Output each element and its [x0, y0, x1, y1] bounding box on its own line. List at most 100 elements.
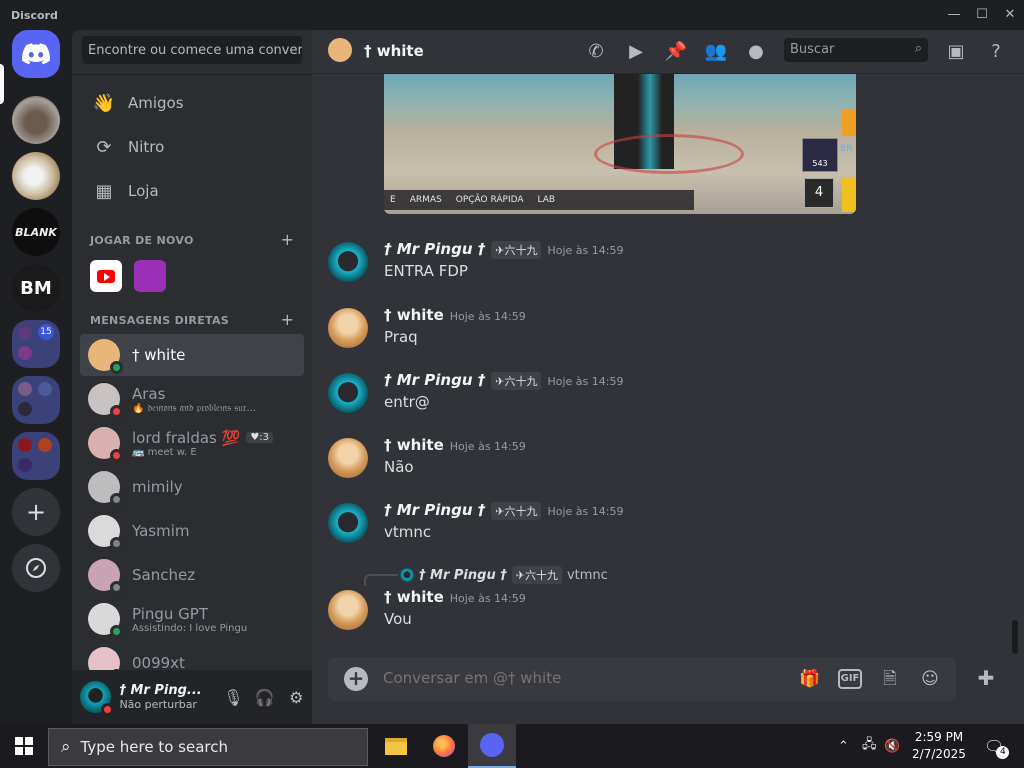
firefox-icon — [433, 735, 455, 757]
mic-button[interactable]: 🎙 — [218, 681, 249, 713]
message-input[interactable] — [383, 669, 763, 687]
reply-preview[interactable]: † Mr Pingu † ✈六十九 vtmnc — [400, 566, 608, 584]
video-button[interactable]: ▶ — [624, 40, 648, 64]
add-friends-button[interactable]: 👥 — [704, 40, 728, 64]
chat-message[interactable]: † Mr Pingu † ✈六十九 Hoje às 14:59 entr@ — [328, 371, 1008, 421]
message-content: vtmnc — [384, 523, 432, 541]
server-folder-1[interactable]: 15 — [12, 320, 60, 368]
server-bm[interactable]: BM — [12, 264, 60, 312]
inbox-button[interactable]: ▣ — [944, 40, 968, 64]
inbox-icon: ▣ — [947, 41, 965, 62]
chevron-up-icon: ⌃ — [838, 738, 849, 754]
clan-tag[interactable]: ✈六十九 — [491, 372, 542, 390]
apps-button[interactable]: ✚ — [970, 662, 1002, 694]
settings-button[interactable]: ⚙ — [281, 681, 312, 713]
nav-nitro[interactable]: ⟳ Nitro — [80, 126, 304, 168]
reply-avatar — [400, 568, 414, 582]
message-author[interactable]: † Mr Pingu † — [384, 240, 485, 258]
taskbar-search[interactable]: ⌕ Type here to search — [48, 728, 368, 766]
start-button[interactable] — [0, 724, 48, 768]
chat-message[interactable]: † white Hoje às 14:59 Não — [328, 436, 1008, 486]
tray-volume[interactable]: 🔇 — [884, 724, 900, 768]
clan-tag[interactable]: ✈六十九 — [491, 502, 542, 520]
message-avatar[interactable] — [328, 503, 368, 543]
message-avatar[interactable] — [328, 308, 368, 348]
dm-avatar — [88, 515, 123, 550]
server-blank[interactable]: BLANK — [12, 208, 60, 256]
message-timestamp: Hoje às 14:59 — [449, 592, 526, 605]
message-author[interactable]: † white — [384, 588, 444, 606]
maximize-button[interactable]: ☐ — [972, 6, 992, 24]
gif-button[interactable]: GIF — [838, 669, 862, 689]
dm-avatar — [88, 427, 123, 462]
dm-item[interactable]: † white — [80, 334, 304, 376]
nav-shop[interactable]: ▦ Loja — [80, 170, 304, 212]
chat-message[interactable]: † Mr Pingu † ✈六十九 vtmnc † white Hoje às 14:5… — [328, 566, 1008, 636]
taskbar-file-explorer[interactable] — [372, 724, 420, 768]
pins-button[interactable]: 📌 — [664, 40, 688, 64]
message-author[interactable]: † Mr Pingu † — [384, 371, 485, 389]
dm-item[interactable]: lord fraldas 💯 ♥:3 🚌 meet w. E — [80, 422, 304, 464]
dm-item[interactable]: Yasmim — [80, 510, 304, 552]
help-button[interactable]: ? — [984, 40, 1008, 64]
dm-name: † white — [132, 346, 186, 364]
new-dm-icon[interactable]: + — [281, 310, 294, 329]
minimize-button[interactable]: — — [944, 6, 964, 24]
tray-network[interactable]: 🖧 — [862, 724, 877, 768]
message-author[interactable]: † white — [384, 306, 444, 324]
call-button[interactable]: ✆ — [584, 40, 608, 64]
taskbar-discord[interactable] — [468, 724, 516, 768]
reply-author: † Mr Pingu † — [419, 567, 507, 583]
chat-message[interactable]: † white Hoje às 14:59 Praq — [328, 306, 1008, 356]
game-menu-bar: E ARMAS OPÇÃO RÁPIDA LAB — [384, 190, 694, 210]
dm-item[interactable]: Pingu GPT Assistindo: I love Pingu — [80, 598, 304, 640]
notification-center[interactable]: 🗨 4 — [984, 724, 1017, 768]
upload-button[interactable]: + — [344, 667, 368, 691]
message-avatar[interactable] — [328, 242, 368, 282]
profile-button[interactable]: ● — [744, 40, 768, 64]
message-avatar[interactable] — [328, 373, 368, 413]
server-folder-2[interactable] — [12, 376, 60, 424]
message-author[interactable]: † Mr Pingu † — [384, 501, 485, 519]
close-button[interactable]: ✕ — [1000, 6, 1020, 24]
game-app[interactable] — [134, 260, 166, 292]
dm-item[interactable]: Sanchez — [80, 554, 304, 596]
nav-friends[interactable]: 👋 Amigos — [80, 82, 304, 124]
user-avatar[interactable] — [80, 681, 115, 716]
clan-tag[interactable]: ✈六十九 — [491, 241, 542, 259]
chat-scrollbar[interactable] — [1012, 620, 1018, 654]
gear-icon: ⚙ — [289, 687, 304, 707]
plus-circle-icon: + — [347, 666, 365, 690]
headset-button[interactable]: 🎧 — [249, 681, 280, 713]
gift-button[interactable]: 🎁 — [798, 667, 822, 691]
chat-search-input[interactable]: Buscar ⌕ — [784, 38, 928, 62]
dm-search-input[interactable]: Encontre ou comece uma conver... — [82, 36, 302, 64]
server-anime[interactable] — [12, 152, 60, 200]
message-avatar[interactable] — [328, 590, 368, 630]
embed-image[interactable]: E ARMAS OPÇÃO RÁPIDA LAB 543 BR 4 — [384, 74, 856, 214]
server-folder-3[interactable] — [12, 432, 60, 480]
tray-chevron[interactable]: ⌃ — [838, 724, 849, 768]
dm-avatar — [88, 603, 123, 638]
emoji-button[interactable]: ☺ — [918, 667, 942, 691]
chat-message[interactable]: † Mr Pingu † ✈六十九 Hoje às 14:59 ENTRA FDP — [328, 240, 1008, 290]
youtube-app[interactable] — [90, 260, 122, 292]
chat-message[interactable]: † Mr Pingu † ✈六十九 Hoje às 14:59 vtmnc — [328, 501, 1008, 551]
taskbar-firefox[interactable] — [420, 724, 468, 768]
chat-title: † white — [364, 42, 424, 60]
taskbar-clock[interactable]: 2:59 PM 2/7/2025 — [906, 729, 972, 763]
user-info[interactable]: † Mr Ping... Não perturbar — [119, 683, 217, 711]
message-avatar[interactable] — [328, 438, 368, 478]
app-name: Discord — [11, 9, 58, 22]
play-again-add-icon[interactable]: + — [281, 230, 294, 249]
dm-item[interactable]: mimily — [80, 466, 304, 508]
message-author[interactable]: † white — [384, 436, 444, 454]
server-cat[interactable] — [12, 96, 60, 144]
dm-activity: 🚌 meet w. E — [132, 446, 197, 458]
add-server-button[interactable]: + — [12, 488, 60, 536]
discover-button[interactable] — [12, 544, 60, 592]
notification-count: 4 — [996, 745, 1010, 759]
dm-item[interactable]: Aras 🔥 𝔡𝔢𝔪𝔬𝔫𝔰 𝔞𝔫𝔡 𝔭𝔯𝔬𝔟𝔩𝔢𝔪𝔰 𝔰𝔲𝔯... — [80, 378, 304, 420]
home-button[interactable] — [12, 30, 60, 78]
sticker-button[interactable]: 🗎 — [878, 667, 902, 691]
